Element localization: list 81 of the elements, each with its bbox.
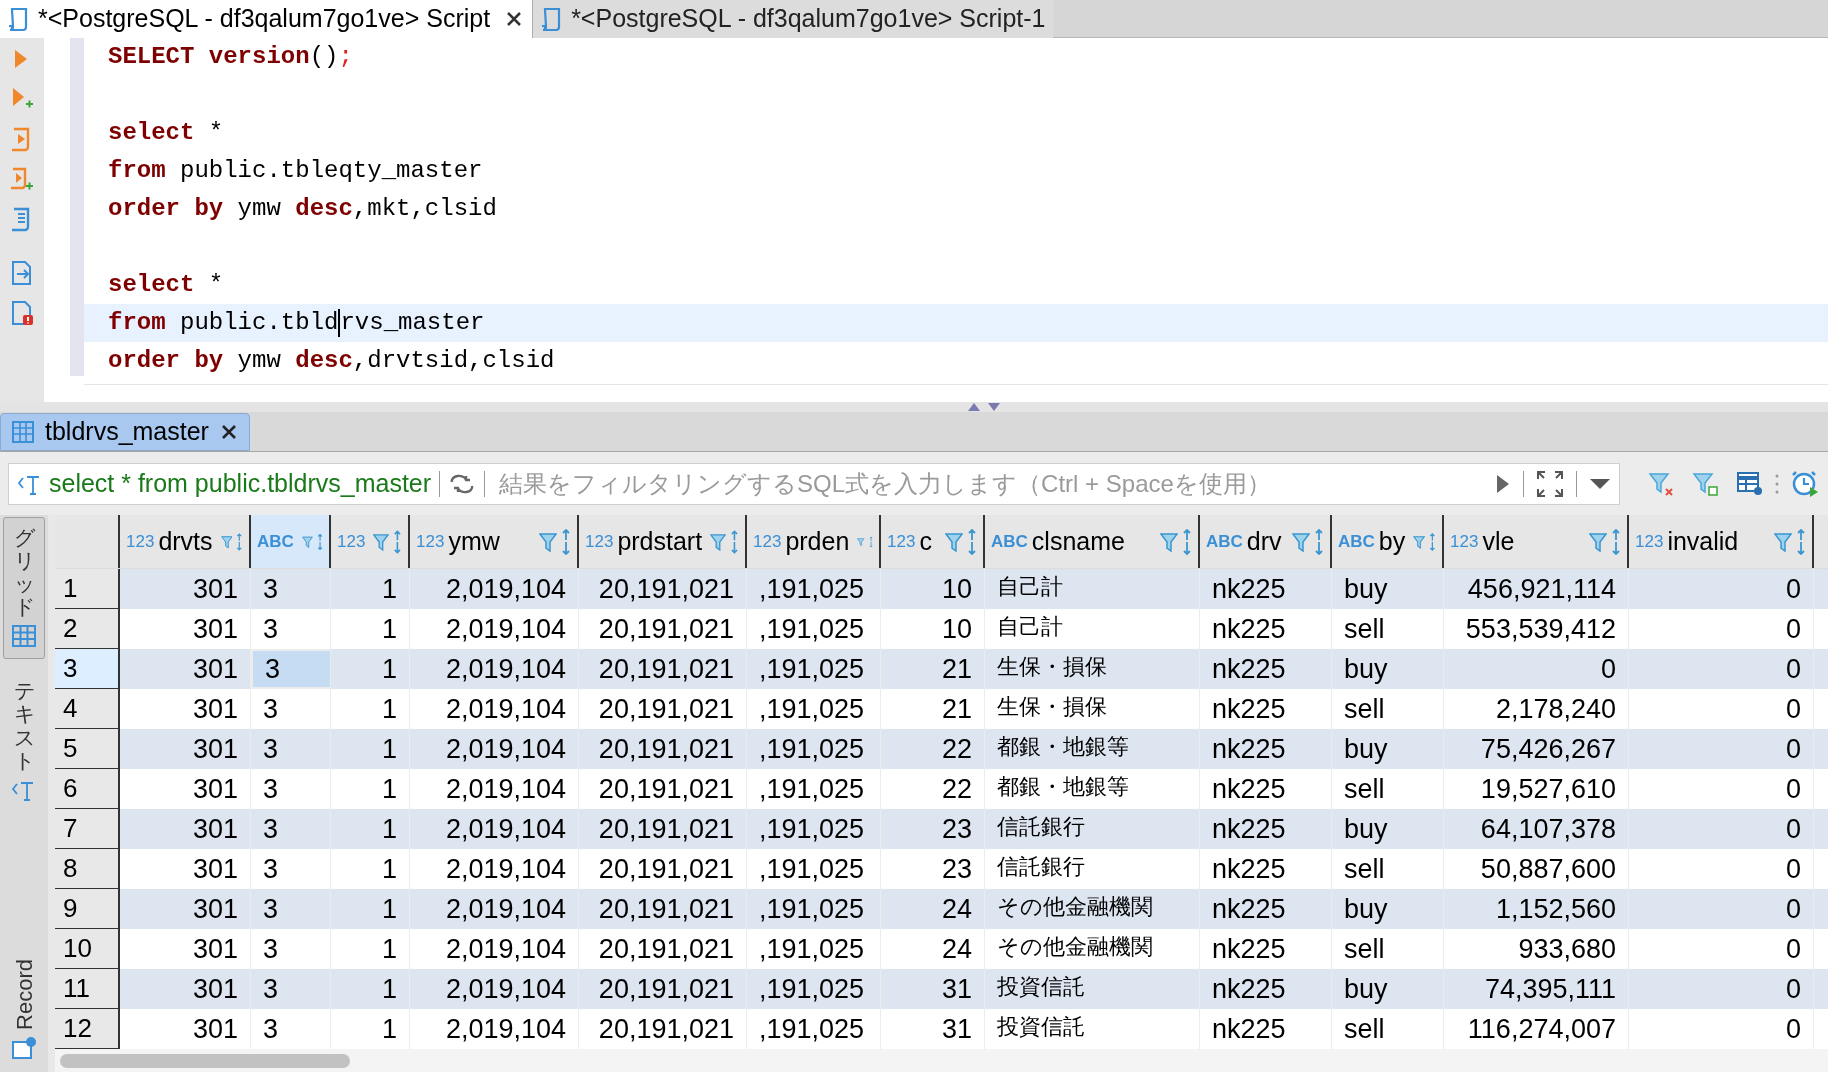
type-label: ABC <box>1338 530 1375 553</box>
filter-icon[interactable] <box>1589 531 1607 552</box>
script-play-plus-icon[interactable] <box>9 166 35 192</box>
side-tab[interactable]: Record <box>3 951 45 1070</box>
sort-icon[interactable] <box>1182 528 1192 555</box>
column-label: prden <box>785 525 850 557</box>
type-label: ABC <box>1206 530 1243 553</box>
type-label: 123 <box>753 530 782 553</box>
row-number[interactable]: 6 <box>55 769 120 809</box>
type-label: 123 <box>416 530 445 553</box>
filter-icon[interactable] <box>1774 531 1792 552</box>
column-label: drv <box>1246 525 1282 557</box>
filter-field[interactable]: select * from public.tbldrvs_master 結果をフィルタリングするSQL式を入力します（Ctrl + Spaceを使用） <box>8 462 1620 505</box>
sort-icon[interactable] <box>1314 528 1324 555</box>
row-number[interactable]: 4 <box>55 689 120 729</box>
sort-icon[interactable] <box>561 528 571 555</box>
sort-icon[interactable] <box>1796 528 1806 555</box>
column-label: by <box>1378 525 1406 557</box>
filter-icon[interactable] <box>539 531 557 552</box>
row-number[interactable]: 3 <box>55 649 120 689</box>
type-label: ABC <box>257 530 294 553</box>
table-cell: 3 <box>251 649 331 689</box>
scrollbar-thumb[interactable] <box>60 1053 350 1068</box>
filter-icon[interactable] <box>373 531 390 552</box>
type-label: 123 <box>1450 530 1479 553</box>
row-number[interactable]: 8 <box>55 849 120 889</box>
script-icon <box>8 6 30 32</box>
column-label: vle <box>1482 525 1515 557</box>
play-icon[interactable] <box>1495 472 1511 495</box>
sort-icon[interactable] <box>967 528 977 555</box>
filter-placeholder: 結果をフィルタリングするSQL式を入力します（Ctrl + Spaceを使用） <box>499 468 1271 499</box>
code-line: SELECT version(); <box>107 42 354 72</box>
column-label: c <box>919 525 932 557</box>
column-label: clsname <box>1031 525 1125 557</box>
column-label: drvts <box>158 525 213 557</box>
code-line: from public.tbleqty_master <box>107 156 484 186</box>
type-label: 123 <box>337 530 366 553</box>
code-line: order by ymw desc,drvtsid,clsid <box>107 346 556 376</box>
row-number[interactable]: 1 <box>55 569 120 609</box>
type-label: ABC <box>991 530 1028 553</box>
row-number[interactable]: 5 <box>55 729 120 769</box>
type-label: 123 <box>1635 530 1664 553</box>
side-tab[interactable]: グリッド <box>3 517 45 660</box>
document-warning-icon[interactable] <box>9 300 35 326</box>
row-number[interactable]: 2 <box>55 609 120 649</box>
sort-icon[interactable] <box>730 528 739 555</box>
filter-save-icon[interactable] <box>1692 470 1718 497</box>
row-number[interactable]: 11 <box>55 969 120 1009</box>
code-line: order by ymw desc,mkt,clsid <box>107 194 498 224</box>
column-label: ymw <box>448 525 500 557</box>
clock-refresh-icon[interactable] <box>1790 468 1820 499</box>
table-icon <box>11 420 35 444</box>
query-text: select * from public.tbldrvs_master <box>49 467 432 499</box>
code-line: select * <box>107 118 225 148</box>
filter-icon[interactable] <box>1160 531 1178 552</box>
code-line: select * <box>107 270 225 300</box>
side-tab[interactable]: テキスト <box>3 671 45 812</box>
type-label: 123 <box>887 530 916 553</box>
row-number[interactable]: 9 <box>55 889 120 929</box>
type-label: 123 <box>126 530 155 553</box>
result-tab[interactable]: tbldrvs_master <box>0 413 250 451</box>
sort-icon[interactable] <box>393 528 402 555</box>
editor-tab[interactable]: *<PostgreSQL - df3qalum7go1ve> Script <box>0 0 533 38</box>
row-number[interactable]: 7 <box>55 809 120 849</box>
filter-icon[interactable] <box>945 531 963 552</box>
expand-icon[interactable] <box>1536 469 1564 498</box>
up-arrow-icon[interactable] <box>968 403 980 411</box>
column-label: invalid <box>1667 525 1739 557</box>
down-arrow-icon[interactable] <box>988 403 1000 411</box>
filter-icon[interactable] <box>1292 531 1310 552</box>
editor-tab[interactable]: *<PostgreSQL - df3qalum7go1ve> Script-1 <box>532 0 1054 38</box>
text-cursor <box>338 309 341 337</box>
filter-clear-icon[interactable] <box>1648 470 1674 497</box>
column-label: prdstart <box>617 525 703 557</box>
type-label: 123 <box>585 530 614 553</box>
record-icon <box>11 1036 37 1062</box>
row-number[interactable]: 10 <box>55 929 120 969</box>
table-settings-icon[interactable] <box>1736 469 1764 498</box>
row-number[interactable]: 12 <box>55 1009 120 1049</box>
sort-icon[interactable] <box>1611 528 1621 555</box>
filter-icon[interactable] <box>710 531 727 552</box>
